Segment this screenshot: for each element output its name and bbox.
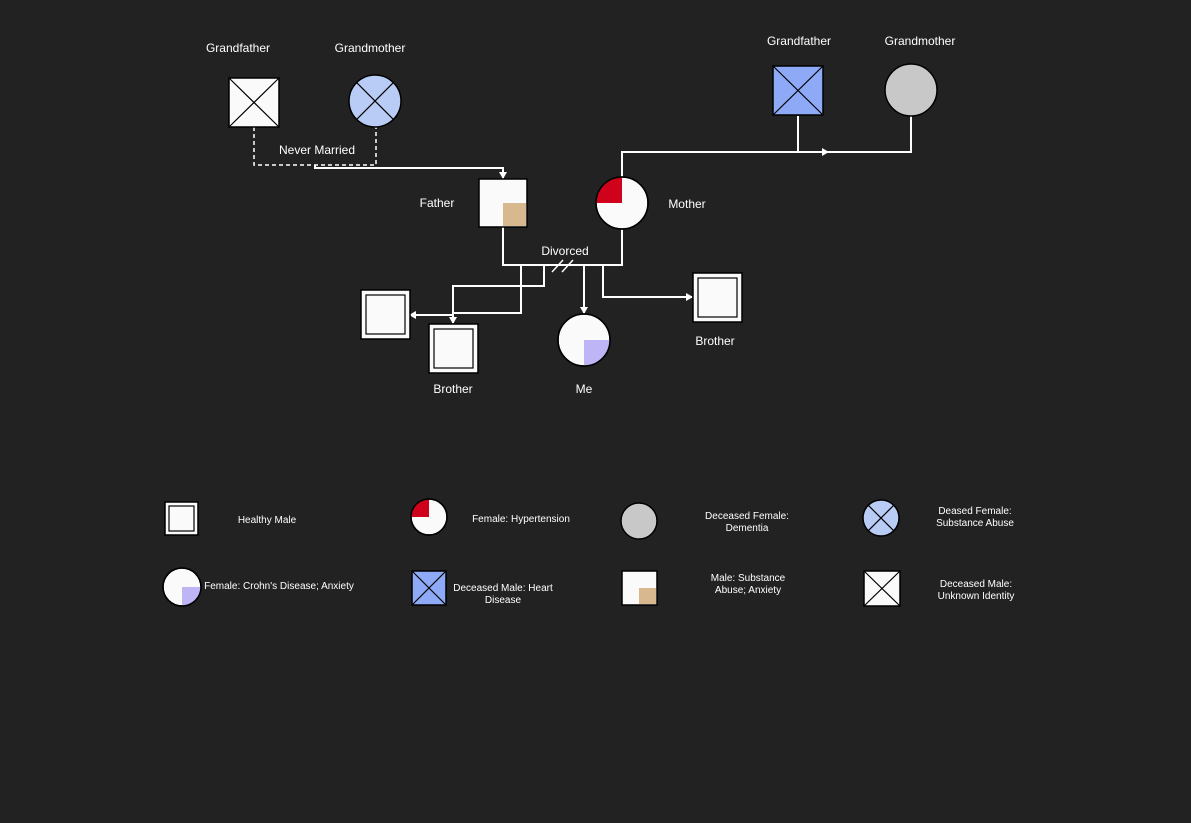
child-unlabeled-male[interactable] <box>360 289 411 340</box>
me[interactable] <box>557 313 611 367</box>
legend-crohns-label: Female: Crohn's Disease; Anxiety <box>204 581 354 592</box>
divorced-label: Divorced <box>541 244 588 258</box>
maternal-to-mother-line <box>621 151 830 178</box>
legend-hypertension-label: Female: Hypertension <box>472 514 570 525</box>
never-married-label: Never Married <box>279 143 355 157</box>
legend-substance-female-label-1: Deased Female: <box>938 506 1011 517</box>
mother[interactable] <box>595 176 649 230</box>
legend-crohns-symbol <box>162 567 202 607</box>
me-label: Me <box>576 382 593 396</box>
legend-dementia-label-2: Dementia <box>726 523 769 534</box>
legend-hypertension-symbol <box>410 498 448 536</box>
legend-dementia-label-1: Deceased Female: <box>705 511 789 522</box>
paternal-grandmother[interactable] <box>348 74 402 128</box>
maternal-grandfather-label: Grandfather <box>767 34 831 48</box>
paternal-grandmother-label: Grandmother <box>335 41 406 55</box>
paternal-to-father-line <box>314 165 507 179</box>
genogram-canvas: Grandfather Grandmother Never Married Gr… <box>162 34 1015 607</box>
paternal-grandfather-label: Grandfather <box>206 41 270 55</box>
child-line-right-brother <box>602 265 693 301</box>
maternal-grandfather[interactable] <box>772 65 824 116</box>
legend-heart-disease-label-1: Deceased Male: Heart <box>453 583 553 594</box>
legend-male-substance-symbol <box>621 570 658 606</box>
child-line-brother <box>449 265 522 324</box>
brother-left[interactable] <box>428 323 479 374</box>
legend-substance-female-symbol <box>862 499 900 537</box>
paternal-grandfather[interactable] <box>228 77 280 128</box>
maternal-union-line <box>797 116 912 153</box>
legend-heart-disease-label-2: Disease <box>485 595 522 606</box>
father[interactable] <box>478 178 528 228</box>
legend-male-substance-label-1: Male: Substance <box>711 573 786 584</box>
legend-substance-female-label-2: Substance Abuse <box>936 518 1014 529</box>
brother-left-label: Brother <box>433 382 472 396</box>
legend-unknown-male-symbol <box>863 570 901 607</box>
maternal-grandmother[interactable] <box>884 63 938 117</box>
maternal-grandmother-label: Grandmother <box>885 34 956 48</box>
father-label: Father <box>420 196 455 210</box>
brother-right-label: Brother <box>695 334 734 348</box>
legend-unknown-male-label-1: Deceased Male: <box>940 579 1012 590</box>
mother-label: Mother <box>668 197 705 211</box>
legend-dementia-symbol <box>620 502 658 540</box>
legend-heart-disease-symbol <box>411 570 447 606</box>
legend: Healthy Male Female: Hypertension Deceas… <box>162 498 1015 607</box>
legend-healthy-male-symbol <box>164 501 199 536</box>
legend-male-substance-label-2: Abuse; Anxiety <box>715 585 781 596</box>
brother-right[interactable] <box>692 272 743 323</box>
legend-unknown-male-label-2: Unknown Identity <box>938 591 1015 602</box>
legend-healthy-male-label: Healthy Male <box>238 515 297 526</box>
child-line-left-brother <box>409 265 545 319</box>
